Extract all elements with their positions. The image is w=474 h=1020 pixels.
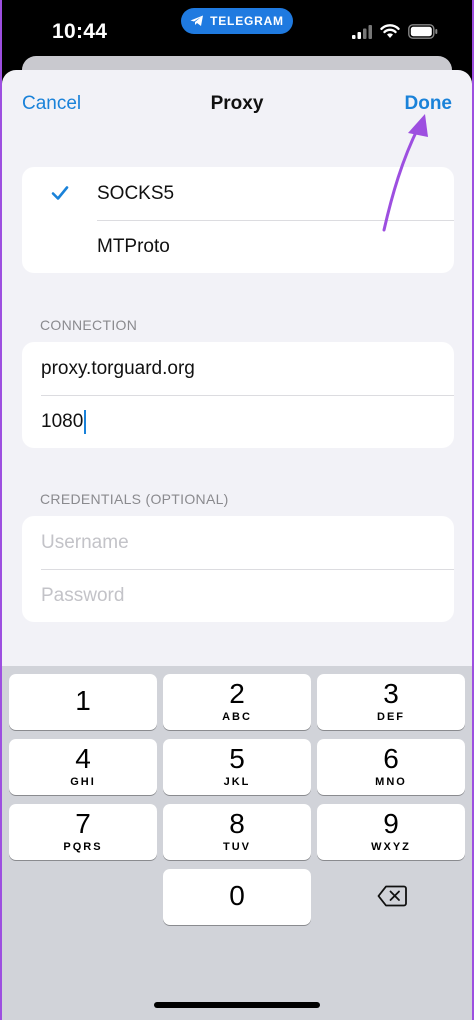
credentials-group: Username Password bbox=[22, 516, 454, 622]
key-letters: MNO bbox=[375, 776, 407, 788]
key-number: 9 bbox=[383, 808, 399, 839]
frame-border bbox=[0, 0, 2, 1020]
keypad-key-2[interactable]: 2 ABC bbox=[163, 674, 311, 730]
key-number: 0 bbox=[229, 880, 245, 911]
connection-section-header: CONNECTION bbox=[40, 317, 138, 333]
key-number: 5 bbox=[229, 743, 245, 774]
username-field[interactable]: Username bbox=[22, 516, 454, 569]
keypad-key-6[interactable]: 6 MNO bbox=[317, 739, 465, 795]
backspace-key[interactable] bbox=[318, 868, 466, 924]
server-value: proxy.torguard.org bbox=[41, 357, 195, 379]
keypad-key-7[interactable]: 7 PQRS bbox=[9, 804, 157, 860]
key-letters: PQRS bbox=[63, 841, 103, 853]
port-value: 1080 bbox=[41, 410, 84, 432]
password-field[interactable]: Password bbox=[22, 569, 454, 622]
username-placeholder: Username bbox=[41, 531, 129, 553]
key-letters: TUV bbox=[223, 841, 251, 853]
keypad-key-9[interactable]: 9 WXYZ bbox=[317, 804, 465, 860]
key-letters: ABC bbox=[222, 711, 252, 723]
home-indicator[interactable] bbox=[154, 1002, 320, 1008]
keypad-key-0[interactable]: 0 bbox=[163, 869, 311, 925]
key-number: 1 bbox=[75, 685, 91, 716]
telegram-pill-label: TELEGRAM bbox=[210, 14, 284, 28]
credentials-section-header: CREDENTIALS (OPTIONAL) bbox=[40, 491, 229, 507]
phone-screen: 10:44 TELEGRAM Cancel Proxy Done SOCKS5 … bbox=[0, 0, 474, 1020]
status-bar: 10:44 TELEGRAM bbox=[0, 0, 474, 62]
navigation-bar: Cancel Proxy Done bbox=[2, 70, 472, 140]
battery-icon bbox=[408, 24, 438, 39]
keypad-key-8[interactable]: 8 TUV bbox=[163, 804, 311, 860]
telegram-icon bbox=[190, 15, 204, 26]
server-field[interactable]: proxy.torguard.org bbox=[22, 342, 454, 395]
checkmark-icon bbox=[51, 186, 69, 200]
delete-left-icon bbox=[377, 885, 407, 907]
password-placeholder: Password bbox=[41, 584, 125, 606]
key-number: 6 bbox=[383, 743, 399, 774]
key-number: 4 bbox=[75, 743, 91, 774]
connection-group: proxy.torguard.org 1080 bbox=[22, 342, 454, 448]
key-letters: GHI bbox=[70, 776, 96, 788]
page-title: Proxy bbox=[210, 93, 264, 114]
text-cursor bbox=[84, 409, 87, 434]
status-icons bbox=[352, 24, 438, 39]
key-number: 2 bbox=[229, 678, 245, 709]
proxy-type-option-socks5[interactable]: SOCKS5 bbox=[22, 167, 454, 220]
keypad-key-1[interactable]: 1 bbox=[9, 674, 157, 730]
cellular-signal-icon bbox=[352, 24, 372, 39]
key-letters: WXYZ bbox=[371, 841, 411, 853]
key-number: 7 bbox=[75, 808, 91, 839]
keypad-key-5[interactable]: 5 JKL bbox=[163, 739, 311, 795]
key-number: 8 bbox=[229, 808, 245, 839]
key-letters: JKL bbox=[223, 776, 251, 788]
proxy-type-label: MTProto bbox=[97, 235, 170, 257]
port-field[interactable]: 1080 bbox=[22, 395, 454, 448]
done-button[interactable]: Done bbox=[405, 93, 453, 115]
proxy-type-label: SOCKS5 bbox=[97, 182, 175, 204]
proxy-type-group: SOCKS5 MTProto bbox=[22, 167, 454, 273]
keypad-key-4[interactable]: 4 GHI bbox=[9, 739, 157, 795]
status-time: 10:44 bbox=[52, 20, 108, 43]
wifi-icon bbox=[380, 24, 400, 38]
proxy-type-option-mtproto[interactable]: MTProto bbox=[22, 220, 454, 273]
keypad-key-3[interactable]: 3 DEF bbox=[317, 674, 465, 730]
key-number: 3 bbox=[383, 678, 399, 709]
key-letters: DEF bbox=[377, 711, 405, 723]
telegram-return-pill[interactable]: TELEGRAM bbox=[181, 8, 293, 34]
